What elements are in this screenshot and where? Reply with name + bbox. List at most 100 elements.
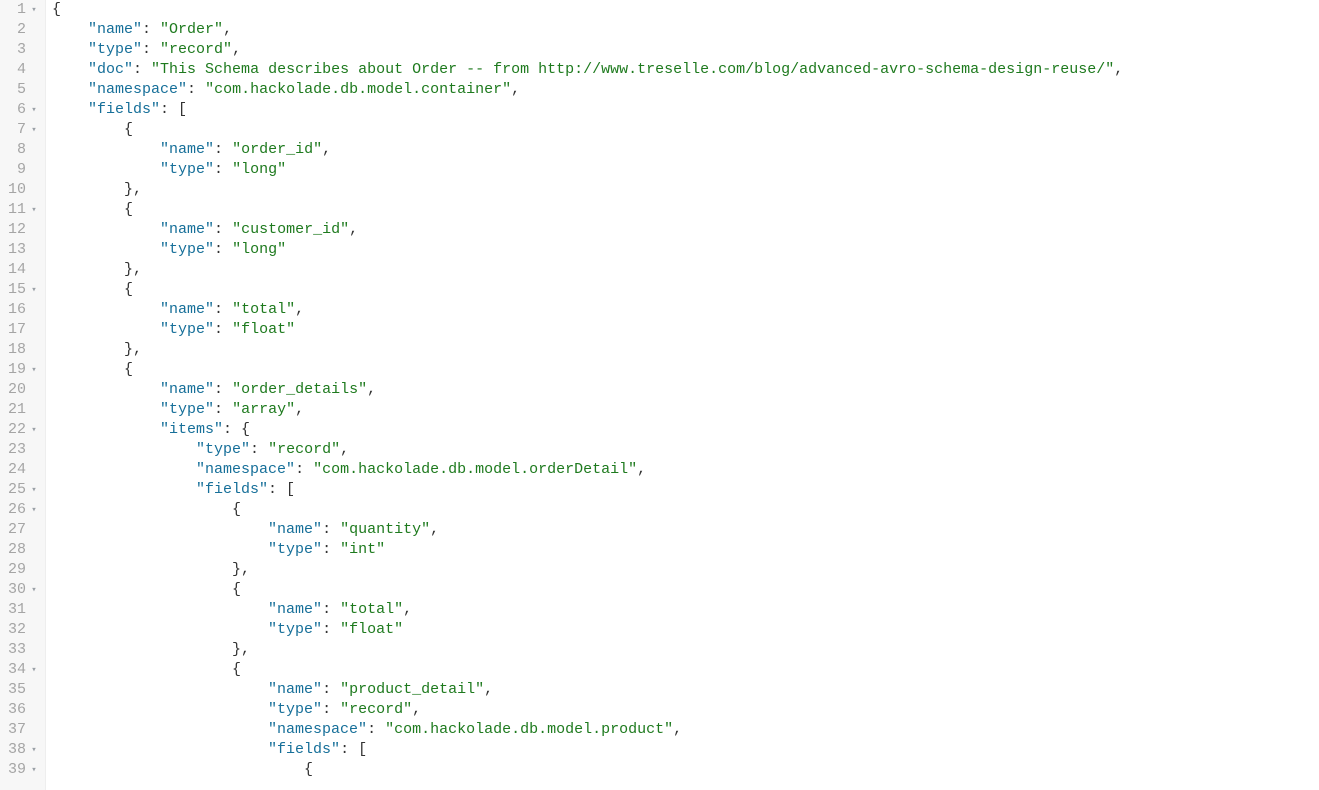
code-line[interactable]: "namespace": "com.hackolade.db.model.ord…	[52, 460, 1123, 480]
code-line[interactable]: "type": "long"	[52, 160, 1123, 180]
fold-toggle-icon[interactable]: ▾	[29, 740, 39, 760]
json-key: "fields"	[268, 741, 340, 758]
json-punctuation: },	[232, 561, 250, 578]
line-number: 12	[0, 220, 39, 240]
line-number: 2	[0, 20, 39, 40]
json-string: "record"	[160, 41, 232, 58]
fold-toggle-icon[interactable]: ▾	[29, 120, 39, 140]
json-punctuation: :	[214, 381, 232, 398]
json-punctuation: ,	[367, 381, 376, 398]
json-punctuation: ,	[403, 601, 412, 618]
fold-toggle-icon[interactable]: ▾	[29, 0, 39, 20]
line-number: 22▾	[0, 420, 39, 440]
code-line[interactable]: "name": "product_detail",	[52, 680, 1123, 700]
code-line[interactable]: {	[52, 0, 1123, 20]
fold-toggle-icon[interactable]: ▾	[29, 660, 39, 680]
code-line[interactable]: "items": {	[52, 420, 1123, 440]
code-line[interactable]: {	[52, 660, 1123, 680]
code-line[interactable]: },	[52, 260, 1123, 280]
code-line[interactable]: "name": "order_details",	[52, 380, 1123, 400]
json-key: "type"	[268, 541, 322, 558]
fold-toggle-icon[interactable]: ▾	[29, 200, 39, 220]
code-line[interactable]: "fields": [	[52, 100, 1123, 120]
line-number: 8	[0, 140, 39, 160]
code-line[interactable]: "namespace": "com.hackolade.db.model.pro…	[52, 720, 1123, 740]
json-key: "type"	[160, 401, 214, 418]
line-number: 35	[0, 680, 39, 700]
code-line[interactable]: },	[52, 340, 1123, 360]
fold-toggle-icon[interactable]: ▾	[29, 280, 39, 300]
code-line[interactable]: "type": "float"	[52, 620, 1123, 640]
code-line[interactable]: {	[52, 760, 1123, 780]
line-number: 17	[0, 320, 39, 340]
fold-toggle-icon[interactable]: ▾	[29, 100, 39, 120]
line-number: 18	[0, 340, 39, 360]
code-line[interactable]: "name": "total",	[52, 300, 1123, 320]
json-string: "com.hackolade.db.model.container"	[205, 81, 511, 98]
code-line[interactable]: "type": "int"	[52, 540, 1123, 560]
line-number: 1▾	[0, 0, 39, 20]
json-punctuation: :	[322, 521, 340, 538]
json-punctuation: ,	[511, 81, 520, 98]
code-line[interactable]: {	[52, 500, 1123, 520]
code-line[interactable]: "name": "order_id",	[52, 140, 1123, 160]
json-string: "Order"	[160, 21, 223, 38]
code-line[interactable]: {	[52, 280, 1123, 300]
line-number: 29	[0, 560, 39, 580]
json-punctuation: : [	[340, 741, 367, 758]
code-line[interactable]: "name": "quantity",	[52, 520, 1123, 540]
code-line[interactable]: "name": "customer_id",	[52, 220, 1123, 240]
fold-toggle-icon[interactable]: ▾	[29, 760, 39, 780]
json-string: "float"	[232, 321, 295, 338]
code-line[interactable]: {	[52, 580, 1123, 600]
code-line[interactable]: },	[52, 560, 1123, 580]
code-line[interactable]: "name": "total",	[52, 600, 1123, 620]
json-punctuation: {	[52, 1, 61, 18]
fold-toggle-icon[interactable]: ▾	[29, 360, 39, 380]
json-punctuation: ,	[295, 301, 304, 318]
line-number: 20	[0, 380, 39, 400]
code-line[interactable]: "fields": [	[52, 480, 1123, 500]
code-line[interactable]: },	[52, 640, 1123, 660]
code-line[interactable]: "doc": "This Schema describes about Orde…	[52, 60, 1123, 80]
code-line[interactable]: },	[52, 180, 1123, 200]
json-key: "name"	[160, 301, 214, 318]
line-number: 10	[0, 180, 39, 200]
json-key: "type"	[160, 241, 214, 258]
json-key: "name"	[160, 381, 214, 398]
fold-toggle-icon[interactable]: ▾	[29, 580, 39, 600]
line-number: 27	[0, 520, 39, 540]
code-line[interactable]: {	[52, 360, 1123, 380]
code-line[interactable]: "type": "long"	[52, 240, 1123, 260]
code-line[interactable]: "type": "float"	[52, 320, 1123, 340]
fold-toggle-icon[interactable]: ▾	[29, 480, 39, 500]
json-punctuation: {	[232, 661, 241, 678]
code-line[interactable]: "name": "Order",	[52, 20, 1123, 40]
code-content-area[interactable]: { "name": "Order", "type": "record", "do…	[46, 0, 1123, 790]
code-line[interactable]: "type": "record",	[52, 40, 1123, 60]
code-line[interactable]: "type": "array",	[52, 400, 1123, 420]
json-punctuation: ,	[430, 521, 439, 538]
code-editor[interactable]: 1▾23456▾7▾891011▾12131415▾16171819▾20212…	[0, 0, 1319, 790]
code-line[interactable]: {	[52, 120, 1123, 140]
json-punctuation: :	[322, 701, 340, 718]
json-punctuation: ,	[295, 401, 304, 418]
json-key: "name"	[160, 141, 214, 158]
json-key: "type"	[268, 701, 322, 718]
json-key: "namespace"	[268, 721, 367, 738]
fold-toggle-icon[interactable]: ▾	[29, 500, 39, 520]
fold-toggle-icon[interactable]: ▾	[29, 420, 39, 440]
code-line[interactable]: "type": "record",	[52, 700, 1123, 720]
line-number: 9	[0, 160, 39, 180]
code-line[interactable]: "type": "record",	[52, 440, 1123, 460]
line-number: 3	[0, 40, 39, 60]
code-line[interactable]: "fields": [	[52, 740, 1123, 760]
json-string: "total"	[232, 301, 295, 318]
json-punctuation: ,	[412, 701, 421, 718]
code-line[interactable]: "namespace": "com.hackolade.db.model.con…	[52, 80, 1123, 100]
line-number: 16	[0, 300, 39, 320]
json-punctuation: :	[322, 681, 340, 698]
json-punctuation: {	[232, 501, 241, 518]
code-line[interactable]: {	[52, 200, 1123, 220]
json-punctuation: },	[232, 641, 250, 658]
